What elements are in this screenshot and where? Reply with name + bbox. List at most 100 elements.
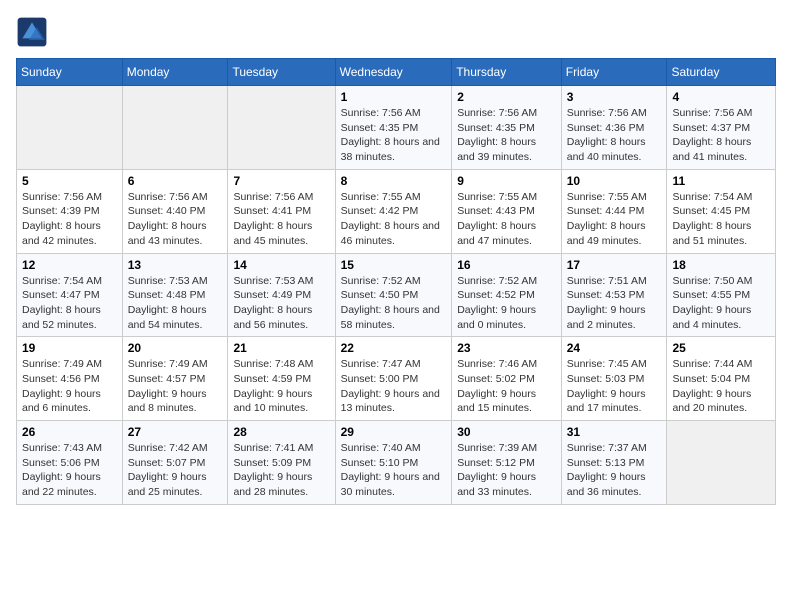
day-number: 4 xyxy=(672,90,770,104)
calendar-cell: 9 Sunrise: 7:55 AMSunset: 4:43 PMDayligh… xyxy=(452,169,562,253)
calendar-cell: 25 Sunrise: 7:44 AMSunset: 5:04 PMDaylig… xyxy=(667,337,776,421)
day-number: 11 xyxy=(672,174,770,188)
calendar-cell xyxy=(228,86,335,170)
day-number: 7 xyxy=(233,174,329,188)
calendar-cell: 6 Sunrise: 7:56 AMSunset: 4:40 PMDayligh… xyxy=(122,169,228,253)
day-info: Sunrise: 7:53 AMSunset: 4:49 PMDaylight:… xyxy=(233,275,313,331)
calendar-cell: 27 Sunrise: 7:42 AMSunset: 5:07 PMDaylig… xyxy=(122,421,228,505)
day-number: 17 xyxy=(567,258,662,272)
calendar-cell: 26 Sunrise: 7:43 AMSunset: 5:06 PMDaylig… xyxy=(17,421,123,505)
calendar-cell: 17 Sunrise: 7:51 AMSunset: 4:53 PMDaylig… xyxy=(561,253,667,337)
calendar-cell: 13 Sunrise: 7:53 AMSunset: 4:48 PMDaylig… xyxy=(122,253,228,337)
day-number: 27 xyxy=(128,425,223,439)
weekday-header: Thursday xyxy=(452,59,562,86)
day-number: 19 xyxy=(22,341,117,355)
day-info: Sunrise: 7:54 AMSunset: 4:45 PMDaylight:… xyxy=(672,191,752,247)
calendar-cell: 23 Sunrise: 7:46 AMSunset: 5:02 PMDaylig… xyxy=(452,337,562,421)
day-info: Sunrise: 7:43 AMSunset: 5:06 PMDaylight:… xyxy=(22,442,102,498)
day-number: 5 xyxy=(22,174,117,188)
calendar-cell: 4 Sunrise: 7:56 AMSunset: 4:37 PMDayligh… xyxy=(667,86,776,170)
day-number: 12 xyxy=(22,258,117,272)
weekday-header: Saturday xyxy=(667,59,776,86)
weekday-header: Wednesday xyxy=(335,59,452,86)
calendar-header: SundayMondayTuesdayWednesdayThursdayFrid… xyxy=(17,59,776,86)
day-info: Sunrise: 7:47 AMSunset: 5:00 PMDaylight:… xyxy=(341,358,440,414)
calendar-cell: 22 Sunrise: 7:47 AMSunset: 5:00 PMDaylig… xyxy=(335,337,452,421)
logo-icon xyxy=(16,16,48,48)
day-info: Sunrise: 7:52 AMSunset: 4:52 PMDaylight:… xyxy=(457,275,537,331)
day-info: Sunrise: 7:41 AMSunset: 5:09 PMDaylight:… xyxy=(233,442,313,498)
day-info: Sunrise: 7:55 AMSunset: 4:44 PMDaylight:… xyxy=(567,191,647,247)
calendar-body: 1 Sunrise: 7:56 AMSunset: 4:35 PMDayligh… xyxy=(17,86,776,505)
calendar-cell: 7 Sunrise: 7:56 AMSunset: 4:41 PMDayligh… xyxy=(228,169,335,253)
day-info: Sunrise: 7:56 AMSunset: 4:41 PMDaylight:… xyxy=(233,191,313,247)
day-info: Sunrise: 7:40 AMSunset: 5:10 PMDaylight:… xyxy=(341,442,440,498)
calendar-cell: 10 Sunrise: 7:55 AMSunset: 4:44 PMDaylig… xyxy=(561,169,667,253)
day-info: Sunrise: 7:49 AMSunset: 4:57 PMDaylight:… xyxy=(128,358,208,414)
logo xyxy=(16,16,52,48)
weekday-header: Sunday xyxy=(17,59,123,86)
calendar-cell: 11 Sunrise: 7:54 AMSunset: 4:45 PMDaylig… xyxy=(667,169,776,253)
day-info: Sunrise: 7:56 AMSunset: 4:40 PMDaylight:… xyxy=(128,191,208,247)
calendar-cell: 5 Sunrise: 7:56 AMSunset: 4:39 PMDayligh… xyxy=(17,169,123,253)
day-info: Sunrise: 7:46 AMSunset: 5:02 PMDaylight:… xyxy=(457,358,537,414)
day-info: Sunrise: 7:55 AMSunset: 4:43 PMDaylight:… xyxy=(457,191,537,247)
day-number: 30 xyxy=(457,425,556,439)
calendar-cell: 20 Sunrise: 7:49 AMSunset: 4:57 PMDaylig… xyxy=(122,337,228,421)
calendar-cell: 18 Sunrise: 7:50 AMSunset: 4:55 PMDaylig… xyxy=(667,253,776,337)
calendar-cell: 2 Sunrise: 7:56 AMSunset: 4:35 PMDayligh… xyxy=(452,86,562,170)
weekday-header: Tuesday xyxy=(228,59,335,86)
day-info: Sunrise: 7:45 AMSunset: 5:03 PMDaylight:… xyxy=(567,358,647,414)
calendar-cell: 16 Sunrise: 7:52 AMSunset: 4:52 PMDaylig… xyxy=(452,253,562,337)
calendar-cell: 21 Sunrise: 7:48 AMSunset: 4:59 PMDaylig… xyxy=(228,337,335,421)
calendar-week-row: 19 Sunrise: 7:49 AMSunset: 4:56 PMDaylig… xyxy=(17,337,776,421)
calendar-cell: 3 Sunrise: 7:56 AMSunset: 4:36 PMDayligh… xyxy=(561,86,667,170)
calendar-cell: 19 Sunrise: 7:49 AMSunset: 4:56 PMDaylig… xyxy=(17,337,123,421)
calendar-cell xyxy=(122,86,228,170)
day-info: Sunrise: 7:44 AMSunset: 5:04 PMDaylight:… xyxy=(672,358,752,414)
calendar-cell: 1 Sunrise: 7:56 AMSunset: 4:35 PMDayligh… xyxy=(335,86,452,170)
day-info: Sunrise: 7:37 AMSunset: 5:13 PMDaylight:… xyxy=(567,442,647,498)
day-number: 26 xyxy=(22,425,117,439)
calendar-cell: 28 Sunrise: 7:41 AMSunset: 5:09 PMDaylig… xyxy=(228,421,335,505)
calendar-week-row: 5 Sunrise: 7:56 AMSunset: 4:39 PMDayligh… xyxy=(17,169,776,253)
calendar-cell: 15 Sunrise: 7:52 AMSunset: 4:50 PMDaylig… xyxy=(335,253,452,337)
calendar-cell: 30 Sunrise: 7:39 AMSunset: 5:12 PMDaylig… xyxy=(452,421,562,505)
day-number: 31 xyxy=(567,425,662,439)
day-info: Sunrise: 7:50 AMSunset: 4:55 PMDaylight:… xyxy=(672,275,752,331)
calendar-cell: 24 Sunrise: 7:45 AMSunset: 5:03 PMDaylig… xyxy=(561,337,667,421)
day-number: 20 xyxy=(128,341,223,355)
day-number: 23 xyxy=(457,341,556,355)
day-number: 8 xyxy=(341,174,447,188)
day-number: 28 xyxy=(233,425,329,439)
calendar-cell: 31 Sunrise: 7:37 AMSunset: 5:13 PMDaylig… xyxy=(561,421,667,505)
day-number: 6 xyxy=(128,174,223,188)
calendar-cell: 8 Sunrise: 7:55 AMSunset: 4:42 PMDayligh… xyxy=(335,169,452,253)
day-number: 16 xyxy=(457,258,556,272)
day-info: Sunrise: 7:49 AMSunset: 4:56 PMDaylight:… xyxy=(22,358,102,414)
calendar-week-row: 26 Sunrise: 7:43 AMSunset: 5:06 PMDaylig… xyxy=(17,421,776,505)
day-number: 10 xyxy=(567,174,662,188)
calendar-week-row: 1 Sunrise: 7:56 AMSunset: 4:35 PMDayligh… xyxy=(17,86,776,170)
day-info: Sunrise: 7:56 AMSunset: 4:39 PMDaylight:… xyxy=(22,191,102,247)
day-number: 9 xyxy=(457,174,556,188)
day-number: 21 xyxy=(233,341,329,355)
day-info: Sunrise: 7:51 AMSunset: 4:53 PMDaylight:… xyxy=(567,275,647,331)
day-info: Sunrise: 7:54 AMSunset: 4:47 PMDaylight:… xyxy=(22,275,102,331)
day-info: Sunrise: 7:52 AMSunset: 4:50 PMDaylight:… xyxy=(341,275,440,331)
day-number: 13 xyxy=(128,258,223,272)
day-number: 3 xyxy=(567,90,662,104)
day-number: 15 xyxy=(341,258,447,272)
day-info: Sunrise: 7:39 AMSunset: 5:12 PMDaylight:… xyxy=(457,442,537,498)
calendar-table: SundayMondayTuesdayWednesdayThursdayFrid… xyxy=(16,58,776,505)
day-number: 1 xyxy=(341,90,447,104)
day-number: 14 xyxy=(233,258,329,272)
day-info: Sunrise: 7:48 AMSunset: 4:59 PMDaylight:… xyxy=(233,358,313,414)
day-info: Sunrise: 7:55 AMSunset: 4:42 PMDaylight:… xyxy=(341,191,440,247)
day-number: 18 xyxy=(672,258,770,272)
day-number: 22 xyxy=(341,341,447,355)
calendar-cell xyxy=(667,421,776,505)
day-info: Sunrise: 7:56 AMSunset: 4:36 PMDaylight:… xyxy=(567,107,647,163)
day-number: 25 xyxy=(672,341,770,355)
day-number: 2 xyxy=(457,90,556,104)
